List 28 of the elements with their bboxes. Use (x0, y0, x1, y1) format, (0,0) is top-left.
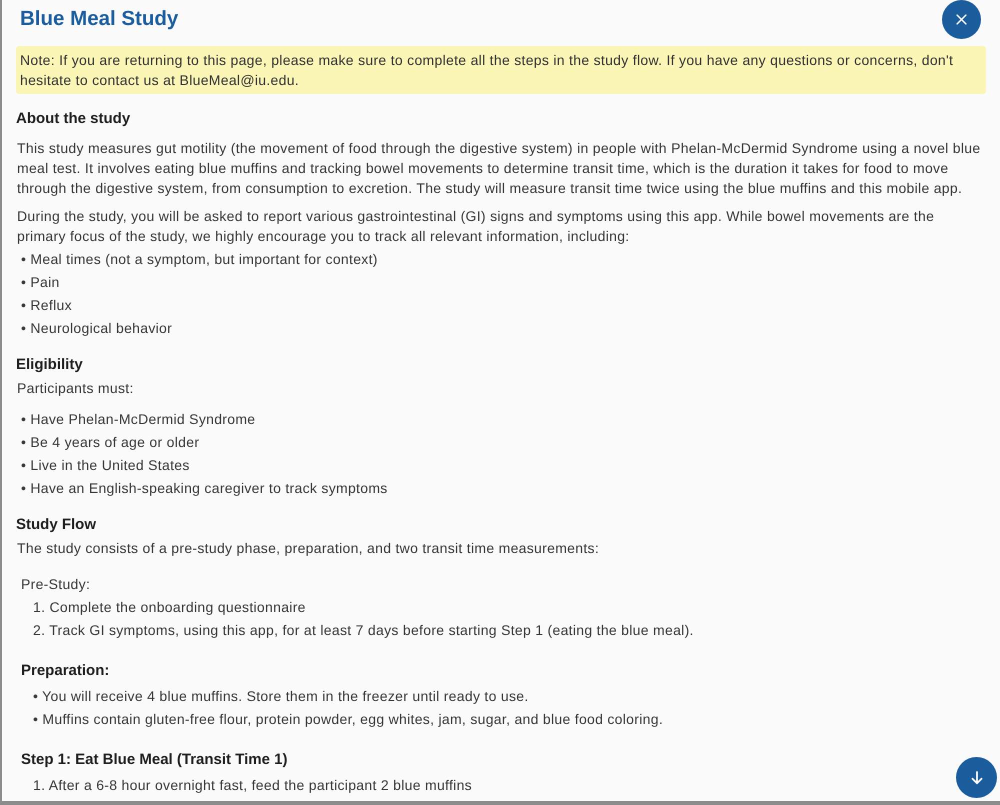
phase-label: Pre-Study: (21, 575, 90, 594)
list-item: • Neurological behavior (21, 319, 172, 338)
paragraph: This study measures gut motility (the movement of food through the digestive system) in people with Phelan-McDermid Syndrome using a novel blue meal test. It involves eating blue muffins and tracking bowel movements to determine transit time, which is the duration it takes for food to move through the digestive system, from consumption to excretion. The study will measure transit time twice using the blue muffins and this mobile app. (16, 139, 982, 198)
list-item: • Pain (21, 273, 60, 292)
list-item: 2. Track GI symptoms, using this app, for at least 7 days before starting Step 1 (eating the blue meal). (33, 621, 694, 640)
intro-text: The study consists of a pre-study phase, preparation, and two transit time measurements: (16, 539, 600, 558)
list-item: • Muffins contain gluten-free flour, protein powder, egg whites, jam, sugar, and blue food coloring. (33, 710, 664, 729)
list-item: • Have Phelan-McDermid Syndrome (21, 410, 256, 429)
list-item: • Live in the United States (21, 456, 190, 475)
list-item: • Have an English-speaking caregiver to track symptoms (21, 479, 388, 498)
list-item: • Be 4 years of age or older (21, 433, 200, 452)
close-button[interactable] (942, 0, 981, 39)
subsection-heading: Preparation: (21, 661, 110, 681)
paragraph: During the study, you will be asked to report various gastrointestinal (GI) signs and symptoms using this app. While bowel movements are the primary focus of the study, we highly encourage you to track all relevant information, including: (16, 207, 936, 246)
subsection-heading: Step 1: Eat Blue Meal (Transit Time 1) (21, 750, 288, 770)
section-heading: Eligibility (16, 355, 83, 375)
note-banner: Note: If you are returning to this page, please make sure to complete all the steps in the study flow. If you have any questions or concerns, don't hesitate to contact us at BlueMeal@iu.edu. (16, 46, 986, 94)
intro-text: Participants must: (16, 379, 134, 398)
dialog-title: Blue Meal Study (20, 6, 178, 32)
list-item: • You will receive 4 blue muffins. Store them in the freezer until ready to use. (33, 687, 529, 706)
list-item: • Meal times (not a symptom, but important for context) (21, 250, 378, 269)
section-heading: Study Flow (16, 515, 96, 535)
list-item: 1. After a 6-8 hour overnight fast, feed the participant 2 blue muffins (33, 776, 472, 795)
section-heading: About the study (16, 109, 130, 129)
list-item: 1. Complete the onboarding questionnaire (33, 598, 306, 617)
list-item: • Reflux (21, 296, 72, 315)
close-icon (954, 12, 969, 27)
scroll-down-button[interactable] (956, 757, 997, 798)
